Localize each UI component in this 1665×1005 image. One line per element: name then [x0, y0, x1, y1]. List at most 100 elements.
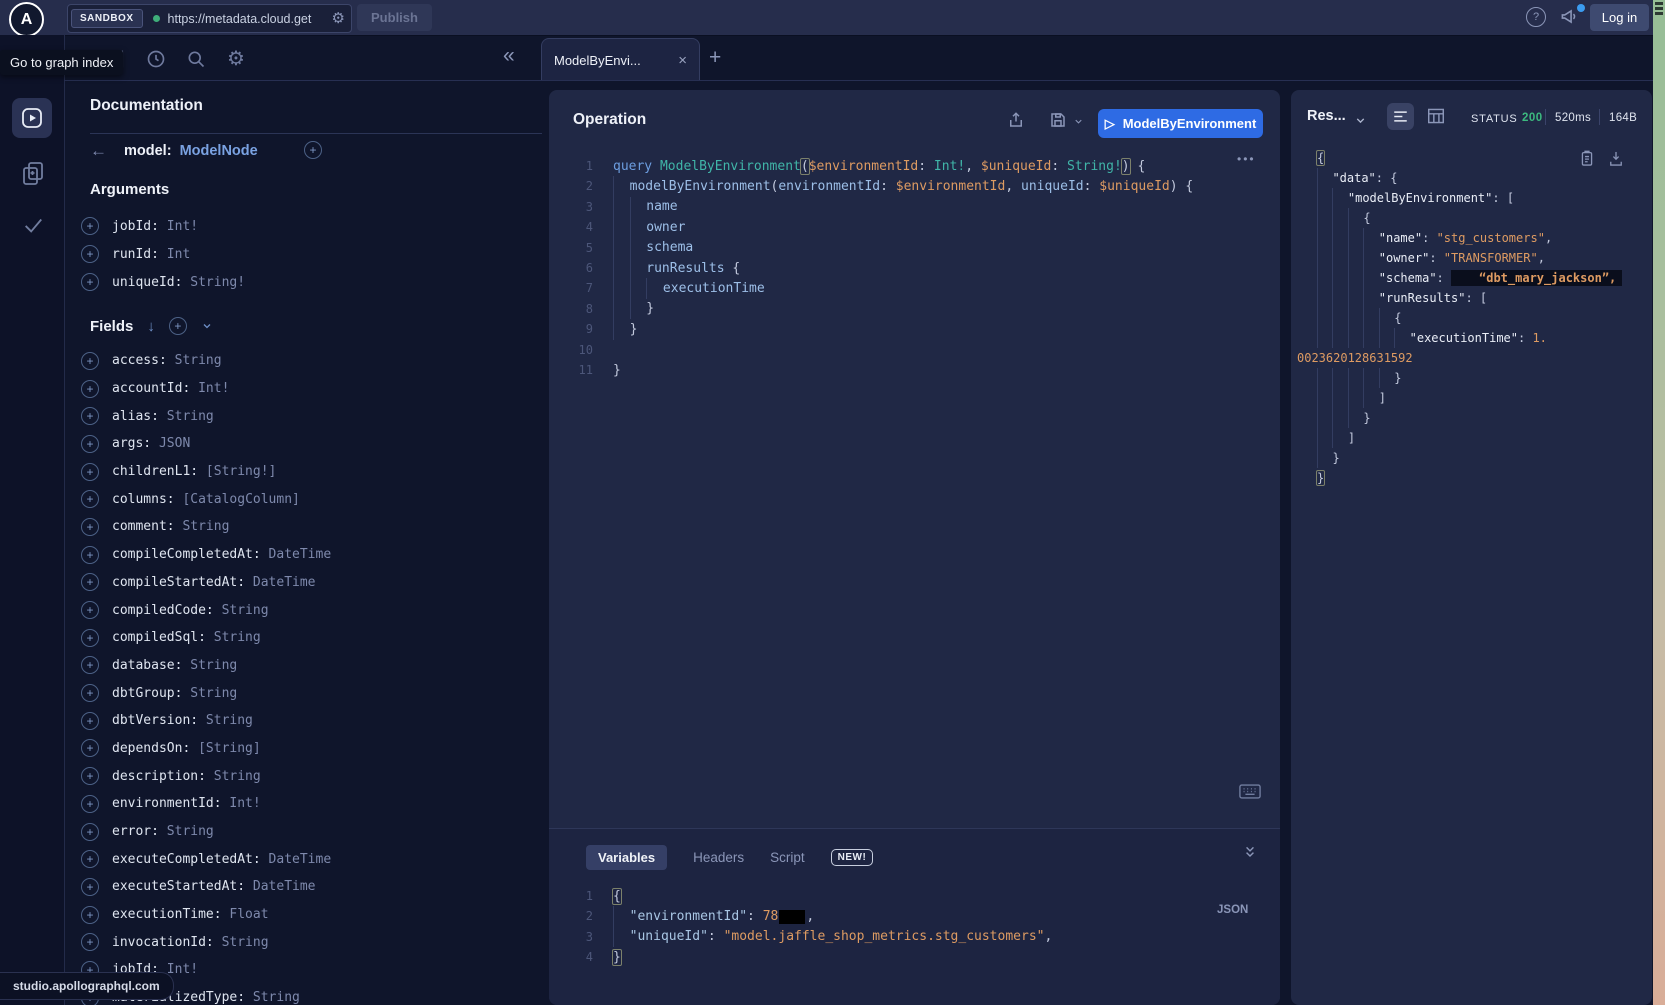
code-line[interactable]: } — [613, 299, 1276, 319]
code-line[interactable]: } — [1317, 368, 1650, 388]
code-line[interactable]: ] — [1317, 388, 1650, 408]
code-line[interactable]: } — [613, 947, 1052, 967]
field-type[interactable]: String — [190, 658, 237, 673]
code-line[interactable]: "data": { — [1317, 168, 1650, 188]
save-icon[interactable] — [1049, 111, 1067, 129]
graph-url-input[interactable]: https://metadata.cloud.get — [168, 12, 326, 26]
field-type[interactable]: String — [182, 519, 229, 534]
field-type[interactable]: String — [190, 686, 237, 701]
field-type[interactable]: DateTime — [253, 575, 316, 590]
response-json[interactable]: {"data": {"modelByEnvironment": [{"name"… — [1317, 148, 1650, 488]
collapse-sidebar-icon[interactable]: « — [503, 44, 515, 68]
field-type[interactable]: String — [167, 824, 214, 839]
add-to-query-icon[interactable]: + — [81, 850, 99, 868]
add-to-query-icon[interactable]: + — [81, 906, 99, 924]
field-name[interactable]: accountId: Int! — [112, 381, 229, 396]
login-button[interactable]: Log in — [1590, 4, 1649, 31]
add-to-query-icon[interactable]: + — [81, 245, 99, 263]
variables-editor[interactable]: {"environmentId": 78,"uniqueId": "model.… — [613, 886, 1052, 968]
argument-type[interactable]: String! — [190, 275, 245, 290]
add-to-query-icon[interactable]: + — [81, 601, 99, 619]
field-type[interactable]: Int! — [229, 796, 260, 811]
field-type[interactable]: String — [206, 713, 253, 728]
add-field-to-query-icon[interactable]: + — [304, 141, 322, 159]
code-line[interactable]: schema — [613, 238, 1276, 258]
add-to-query-icon[interactable]: + — [81, 878, 99, 896]
run-operation-button[interactable]: ▷ ModelByEnvironment — [1098, 109, 1263, 138]
script-tab[interactable]: Script — [770, 850, 805, 865]
code-line[interactable]: { — [1317, 148, 1650, 168]
field-type[interactable]: Int! — [198, 381, 229, 396]
code-line[interactable]: owner — [613, 217, 1276, 237]
response-chevron-icon[interactable] — [1354, 114, 1367, 127]
publish-button[interactable]: Publish — [357, 4, 432, 31]
field-type[interactable]: [String!] — [206, 464, 276, 479]
operation-editor[interactable]: query ModelByEnvironment($environmentId:… — [613, 156, 1276, 380]
add-to-query-icon[interactable]: + — [81, 490, 99, 508]
code-line[interactable]: "uniqueId": "model.jaffle_shop_metrics.s… — [613, 927, 1052, 947]
field-type[interactable]: [String] — [198, 741, 261, 756]
argument-name[interactable]: jobId: Int! — [112, 219, 198, 234]
add-to-query-icon[interactable]: + — [81, 684, 99, 702]
add-to-query-icon[interactable]: + — [81, 933, 99, 951]
field-type[interactable]: String — [214, 630, 261, 645]
help-icon[interactable]: ? — [1526, 7, 1546, 27]
code-line[interactable]: "name": "stg_customers", — [1317, 228, 1650, 248]
operation-tab[interactable]: ModelByEnvi... × — [541, 38, 700, 81]
add-to-query-icon[interactable]: + — [81, 573, 99, 591]
code-line[interactable]: query ModelByEnvironment($environmentId:… — [613, 156, 1276, 176]
field-name[interactable]: compiledSql: String — [112, 630, 261, 645]
raw-view-button[interactable] — [1387, 103, 1414, 130]
field-type[interactable]: Int! — [167, 962, 198, 977]
field-type[interactable]: [CatalogColumn] — [182, 492, 299, 507]
announcements-icon[interactable] — [1560, 7, 1579, 26]
code-line[interactable]: runResults { — [613, 258, 1276, 278]
field-name[interactable]: columns: [CatalogColumn] — [112, 492, 300, 507]
field-type[interactable]: JSON — [159, 436, 190, 451]
field-name[interactable]: dbtVersion: String — [112, 713, 253, 728]
field-type[interactable]: Float — [229, 907, 268, 922]
keyboard-shortcuts-icon[interactable] — [1239, 784, 1261, 799]
code-line[interactable]: } — [1317, 468, 1650, 488]
argument-type[interactable]: Int! — [167, 219, 198, 234]
new-tab-button[interactable]: + — [709, 46, 721, 70]
argument-name[interactable]: uniqueId: String! — [112, 275, 245, 290]
code-line[interactable]: "modelByEnvironment": [ — [1317, 188, 1650, 208]
add-to-query-icon[interactable]: + — [81, 273, 99, 291]
add-to-query-icon[interactable]: + — [81, 767, 99, 785]
field-name[interactable]: error: String — [112, 824, 214, 839]
field-name[interactable]: executeCompletedAt: DateTime — [112, 852, 331, 867]
code-line[interactable]: "runResults": [ — [1317, 288, 1650, 308]
fields-add-icon[interactable]: + — [169, 317, 187, 335]
field-type[interactable]: String — [222, 603, 269, 618]
add-to-query-icon[interactable]: + — [81, 463, 99, 481]
field-name[interactable]: executeStartedAt: DateTime — [112, 879, 316, 894]
add-to-query-icon[interactable]: + — [81, 546, 99, 564]
field-name[interactable]: compileStartedAt: DateTime — [112, 575, 316, 590]
code-line[interactable]: { — [1317, 208, 1650, 228]
apollo-logo[interactable]: A — [9, 2, 44, 37]
field-name[interactable]: invocationId: String — [112, 935, 269, 950]
field-type[interactable]: DateTime — [269, 547, 332, 562]
field-name[interactable]: dependsOn: [String] — [112, 741, 261, 756]
tab-close-icon[interactable]: × — [678, 52, 687, 69]
add-to-query-icon[interactable]: + — [81, 518, 99, 536]
code-line[interactable]: { — [1317, 308, 1650, 328]
code-line[interactable]: { — [613, 886, 1052, 906]
code-line[interactable]: } — [613, 360, 1276, 380]
add-to-query-icon[interactable]: + — [81, 795, 99, 813]
search-icon[interactable] — [186, 49, 206, 69]
code-line[interactable]: "executionTime": 1. — [1317, 328, 1650, 348]
field-name[interactable]: access: String — [112, 353, 222, 368]
field-type[interactable]: String — [167, 409, 214, 424]
field-name[interactable]: compiledCode: String — [112, 603, 269, 618]
code-line[interactable]: executionTime — [613, 278, 1276, 298]
breadcrumb-field-type[interactable]: ModelNode — [180, 143, 258, 159]
save-chevron-icon[interactable] — [1073, 116, 1084, 127]
add-to-query-icon[interactable]: + — [81, 380, 99, 398]
field-name[interactable]: description: String — [112, 769, 261, 784]
sort-icon[interactable]: ↓ — [147, 318, 155, 335]
field-name[interactable]: compileCompletedAt: DateTime — [112, 547, 331, 562]
rail-schema-button[interactable] — [21, 160, 45, 186]
connection-settings-icon[interactable]: ⚙ — [332, 11, 345, 26]
